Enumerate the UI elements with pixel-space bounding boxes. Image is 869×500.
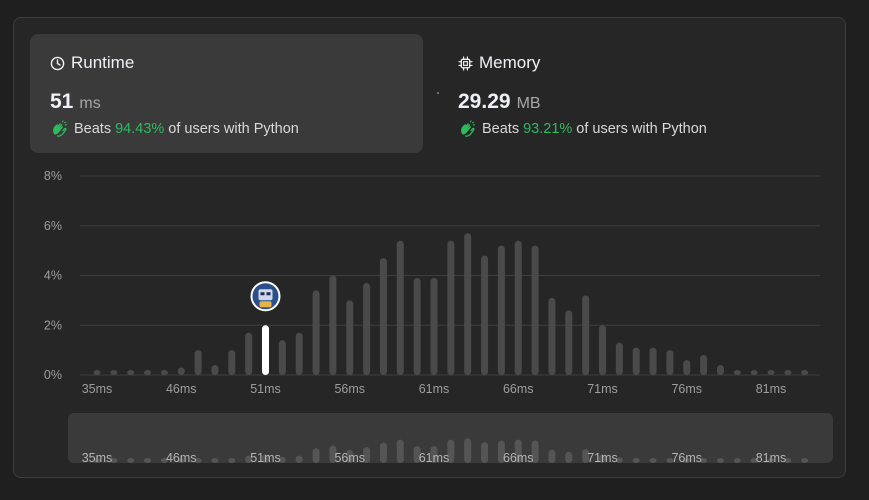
chart-bar (295, 332, 303, 375)
navigator-bar (565, 451, 573, 463)
navigator-tick-label: 71ms (587, 451, 618, 465)
chart-bar (379, 258, 387, 375)
chart-bar (666, 350, 674, 375)
navigator-bar (295, 455, 303, 463)
navigator-bar (144, 458, 152, 463)
chart-bar (767, 370, 775, 375)
navigator-bar (733, 458, 741, 463)
chart-bar (110, 370, 118, 375)
chart-bar (649, 347, 657, 375)
navigator-bar (396, 439, 404, 463)
chart-bar (430, 277, 438, 375)
x-tick-label: 71ms (587, 382, 618, 396)
y-tick-label: 6% (44, 219, 62, 233)
performance-panel: Runtime 51 ms Beats 94.43% of users with… (13, 17, 846, 478)
chart-bar (481, 255, 489, 375)
chart-bar (599, 325, 606, 375)
x-tick-label: 56ms (334, 382, 365, 396)
navigator-tick-label: 66ms (503, 451, 534, 465)
navigator-bar (649, 458, 657, 463)
chart-bar (784, 370, 792, 375)
y-tick-label: 8% (44, 169, 62, 183)
chart-bar (160, 370, 168, 375)
navigator-tick-label: 56ms (334, 451, 365, 465)
chart-bar (497, 245, 505, 375)
avatar-eye (266, 292, 271, 296)
chart-bar (582, 295, 590, 375)
x-tick-label: 81ms (756, 382, 787, 396)
chart-bar (801, 370, 809, 375)
chart-bar (329, 275, 337, 375)
chart-bar (363, 282, 371, 375)
chart-bar (127, 370, 135, 375)
chart-bar (716, 365, 724, 375)
x-tick-label: 66ms (503, 382, 534, 396)
chart-bar (312, 290, 320, 375)
chart-bar (615, 342, 623, 375)
navigator-bar (548, 449, 556, 463)
navigator-bar (379, 442, 387, 463)
chart-bar (245, 332, 253, 375)
chart-bar (531, 245, 539, 375)
runtime-distribution-chart: 0% 2% 4% 6% 8% 35ms 46ms 51ms 56ms 61ms 66ms 71ms 76… (44, 169, 820, 465)
chart-bar (514, 240, 522, 375)
chart-bar (632, 347, 640, 375)
chart-bar (447, 240, 455, 375)
navigator-bar (801, 458, 809, 463)
chart-bar (346, 300, 354, 375)
navigator-bar (632, 458, 640, 463)
navigator-tick-label: 76ms (671, 451, 702, 465)
x-tick-label: 76ms (671, 382, 702, 396)
navigator-tick-label: 46ms (166, 451, 197, 465)
chart-bar (177, 367, 185, 375)
chart-bar (565, 310, 573, 375)
chart-bar (396, 240, 404, 375)
navigator-bar (312, 448, 320, 463)
chart-bar (750, 370, 758, 375)
navigator-bar (481, 442, 489, 463)
navigator-tick-label: 61ms (419, 451, 450, 465)
navigator-bar (127, 458, 135, 463)
navigator-bar (464, 438, 472, 463)
navigator-bar (228, 458, 236, 463)
navigator-tick-label: 81ms (756, 451, 787, 465)
navigator-bar (211, 458, 219, 463)
navigator-bar (716, 458, 724, 463)
chart-bar (93, 370, 101, 375)
chart-bar-highlight (262, 325, 269, 375)
navigator-tick-label: 35ms (82, 451, 113, 465)
x-tick-label: 35ms (82, 382, 113, 396)
chart-bar (211, 365, 219, 375)
avatar-eye (260, 292, 265, 296)
chart-bar (464, 233, 472, 375)
x-tick-label: 61ms (419, 382, 450, 396)
avatar-body (259, 301, 272, 308)
chart-bar (733, 370, 741, 375)
x-tick-label: 51ms (250, 382, 281, 396)
y-tick-label: 4% (44, 269, 62, 283)
chart-bar (228, 350, 236, 375)
chart-bar (278, 340, 286, 375)
navigator-tick-label: 51ms (250, 451, 281, 465)
chart-bar (683, 360, 691, 375)
chart-bar (194, 350, 202, 375)
chart-bar (700, 355, 708, 375)
x-tick-label: 46ms (166, 382, 197, 396)
chart-bar (413, 277, 421, 375)
y-tick-label: 2% (44, 318, 62, 332)
chart-bar (548, 297, 556, 375)
chart-bar (144, 370, 152, 375)
y-tick-label: 0% (44, 368, 62, 382)
